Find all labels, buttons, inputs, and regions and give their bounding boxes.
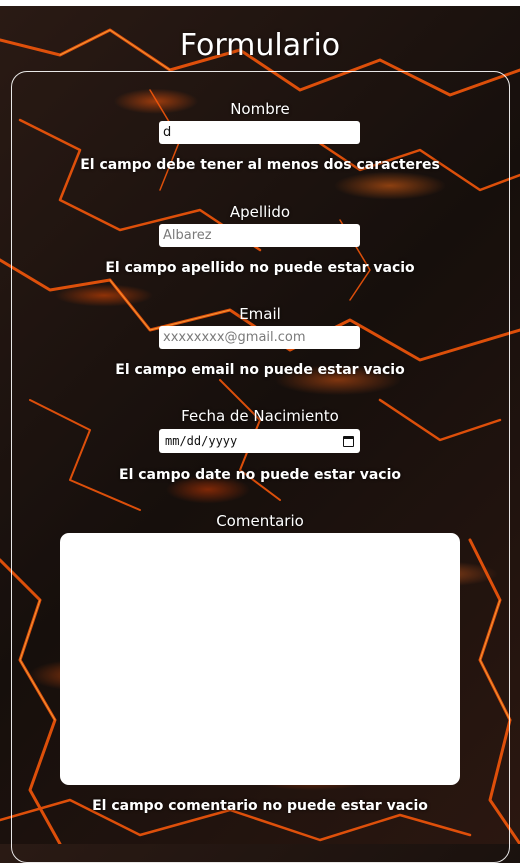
comentario-textarea[interactable]	[60, 533, 460, 785]
page-title: Formulario	[179, 28, 341, 64]
apellido-label: Apellido	[229, 203, 291, 221]
comentario-error: El campo comentario no puede estar vacio	[92, 798, 428, 814]
apellido-input[interactable]	[159, 224, 360, 247]
fecha-label: Fecha de Nacimiento	[181, 407, 339, 425]
fecha-date-display: mm/dd/yyyy	[165, 434, 238, 448]
fecha-date-input[interactable]: mm/dd/yyyy	[159, 429, 360, 453]
apellido-error: El campo apellido no puede estar vacio	[105, 260, 415, 276]
top-strip	[0, 0, 520, 6]
fecha-error: El campo date no puede estar vacio	[119, 467, 401, 483]
email-label: Email	[239, 305, 281, 323]
nombre-input[interactable]	[159, 121, 360, 144]
comentario-label: Comentario	[216, 512, 304, 530]
nombre-label: Nombre	[230, 100, 290, 118]
calendar-icon[interactable]	[343, 435, 354, 447]
nombre-error: El campo debe tener al menos dos caracte…	[80, 157, 440, 173]
email-error: El campo email no puede estar vacio	[115, 362, 405, 378]
email-input[interactable]	[159, 326, 360, 349]
